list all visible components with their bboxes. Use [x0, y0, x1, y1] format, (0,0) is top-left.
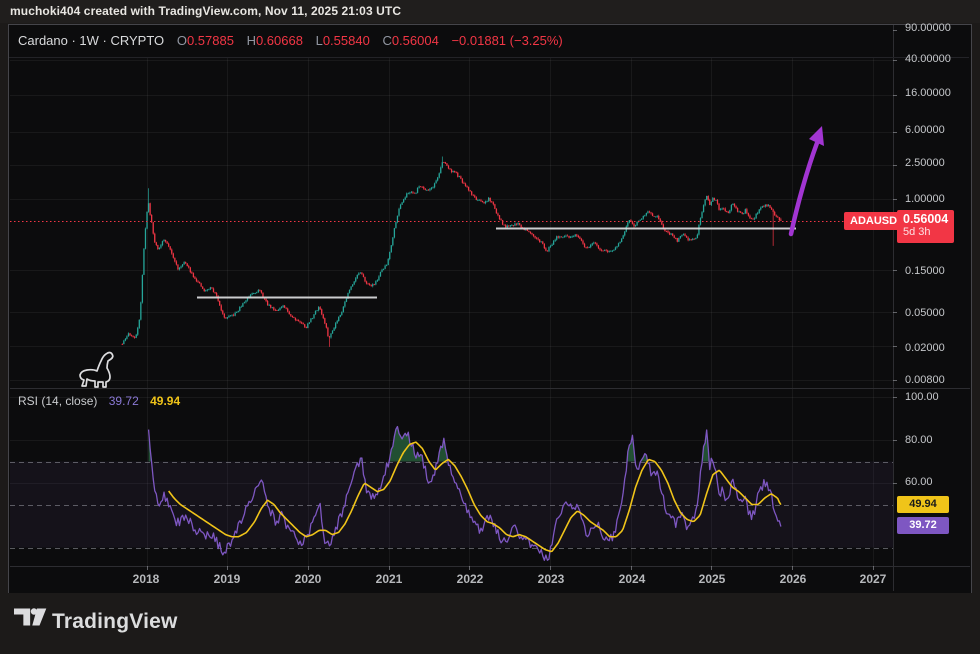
- footer-bar: TradingView: [0, 593, 980, 654]
- tradingview-logo-text: TradingView: [52, 610, 178, 634]
- dino-drawing[interactable]: [76, 350, 120, 390]
- tradingview-logo-icon: [14, 607, 48, 627]
- tradingview-snapshot: muchoki404 created with TradingView.com,…: [0, 0, 980, 654]
- tradingview-logo[interactable]: [14, 607, 48, 627]
- arrow-drawing[interactable]: [0, 0, 980, 654]
